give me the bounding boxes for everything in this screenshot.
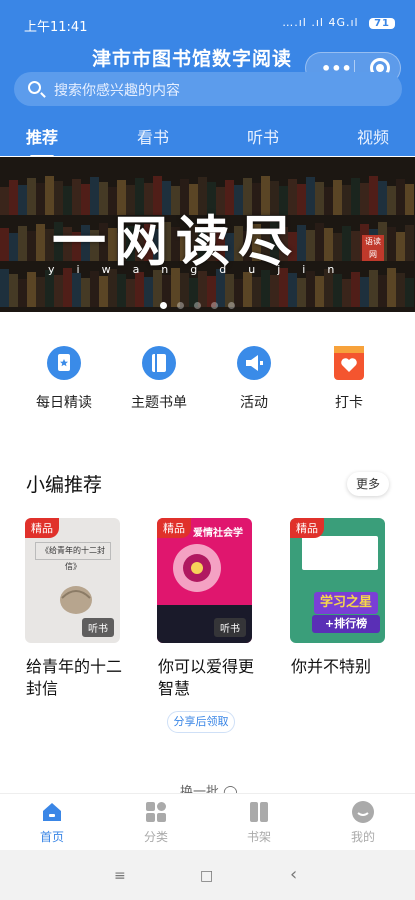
tab-bookshelf[interactable]: 书架 bbox=[229, 800, 289, 845]
banner-carousel[interactable]: 一网读尽 语读网 yiwangdujin bbox=[0, 157, 415, 312]
premium-badge: 精品 bbox=[25, 518, 59, 538]
basket-illustration bbox=[60, 586, 92, 614]
signal-icon: ….ıl .ıl 4G.ıl bbox=[282, 16, 359, 29]
search-placeholder: 搜索你感兴趣的内容 bbox=[54, 83, 180, 99]
cover-title: 《给青年的十二封信》 bbox=[35, 542, 111, 571]
book-title[interactable]: 给青年的十二封信 bbox=[26, 656, 130, 700]
premium-badge: 精品 bbox=[290, 518, 324, 538]
megaphone-icon bbox=[237, 346, 271, 380]
cover-label bbox=[302, 536, 378, 570]
menu-icon[interactable]: ≡ bbox=[114, 868, 126, 884]
book-star-icon bbox=[47, 346, 81, 380]
status-indicators: ….ıl .ıl 4G.ıl 71 bbox=[282, 16, 395, 29]
heart-calendar-icon bbox=[334, 346, 364, 380]
tab-home[interactable]: 首页 bbox=[22, 800, 82, 845]
profile-icon bbox=[351, 800, 375, 824]
book-cover[interactable]: 学习之星 +排行榜 精品 bbox=[290, 518, 385, 643]
premium-badge: 精品 bbox=[157, 518, 191, 538]
tab-video[interactable]: 视频 bbox=[357, 124, 389, 148]
book-title[interactable]: 你并不特别 bbox=[291, 656, 395, 678]
section-title: 小编推荐 bbox=[26, 474, 103, 496]
cover-title: 爱情社会学 bbox=[193, 528, 243, 539]
carousel-dot[interactable] bbox=[177, 302, 184, 309]
carousel-dot[interactable] bbox=[211, 302, 218, 309]
bookshelf-icon bbox=[247, 800, 271, 824]
banner-pinyin: yiwangdujin bbox=[48, 263, 357, 276]
book-title[interactable]: 你可以爱得更智慧 bbox=[158, 656, 262, 700]
status-bar: 上午11:41 ….ıl .ıl 4G.ıl 71 bbox=[0, 0, 415, 44]
quick-link-label: 每日精读 bbox=[36, 395, 92, 411]
tab-recommend[interactable]: 推荐 bbox=[26, 124, 58, 158]
book-cover[interactable]: 爱情社会学 精品 听书 bbox=[157, 518, 252, 643]
ranking-badge: +排行榜 bbox=[312, 615, 380, 633]
rose-illustration bbox=[173, 544, 221, 592]
listen-tag: 听书 bbox=[82, 618, 114, 637]
home-square-icon[interactable]: □ bbox=[200, 868, 213, 884]
study-star-badge: 学习之星 bbox=[314, 592, 378, 614]
back-icon[interactable]: ‹ bbox=[290, 864, 297, 885]
seal-stamp: 语读网 bbox=[362, 235, 384, 261]
tab-label: 书架 bbox=[246, 830, 271, 844]
top-tabs: 推荐 看书 听书 视频 bbox=[0, 110, 415, 158]
bottom-tab-bar: 首页 分类 书架 我的 bbox=[0, 793, 415, 850]
tab-category[interactable]: 分类 bbox=[126, 800, 186, 845]
book-cover[interactable]: 《给青年的十二封信》 精品 听书 bbox=[25, 518, 120, 643]
tab-profile[interactable]: 我的 bbox=[333, 800, 393, 845]
listen-tag: 听书 bbox=[214, 618, 246, 637]
quick-link-activity[interactable]: 活动 bbox=[214, 346, 294, 412]
search-icon bbox=[28, 81, 41, 94]
search-input[interactable]: 搜索你感兴趣的内容 bbox=[14, 72, 402, 106]
status-time: 上午11:41 bbox=[24, 20, 88, 35]
grid-icon bbox=[144, 800, 168, 824]
carousel-dot[interactable] bbox=[160, 302, 167, 309]
quick-link-checkin[interactable]: 打卡 bbox=[309, 346, 389, 412]
quick-link-theme-booklist[interactable]: 主题书单 bbox=[119, 346, 199, 412]
tab-label: 首页 bbox=[39, 830, 64, 844]
page-title: 津市市图书馆数字阅读 bbox=[92, 48, 293, 70]
quick-link-label: 打卡 bbox=[335, 395, 363, 411]
share-to-claim-button[interactable]: 分享后领取 bbox=[167, 711, 235, 733]
home-icon bbox=[40, 800, 64, 824]
tab-label: 分类 bbox=[143, 830, 168, 844]
more-button[interactable]: 更多 bbox=[347, 472, 389, 496]
quick-link-label: 活动 bbox=[240, 395, 268, 411]
tab-listen[interactable]: 听书 bbox=[247, 124, 279, 148]
tab-label: 我的 bbox=[350, 830, 375, 844]
system-nav-bar: ≡ □ ‹ bbox=[0, 850, 415, 900]
carousel-dot[interactable] bbox=[228, 302, 235, 309]
quick-link-daily-reading[interactable]: 每日精读 bbox=[24, 346, 104, 412]
carousel-dot[interactable] bbox=[194, 302, 201, 309]
battery-icon: 71 bbox=[369, 18, 395, 29]
tab-read[interactable]: 看书 bbox=[137, 124, 169, 148]
carousel-indicators bbox=[160, 294, 245, 312]
quick-link-label: 主题书单 bbox=[131, 395, 187, 411]
book-list-icon bbox=[142, 346, 176, 380]
